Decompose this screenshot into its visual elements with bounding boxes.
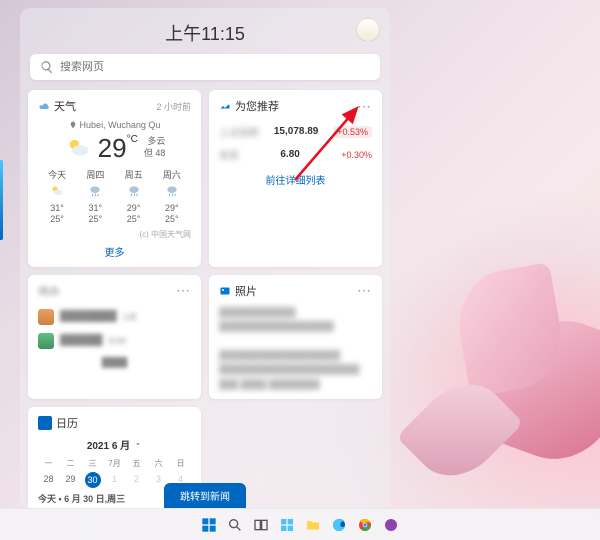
panel-time: 上午11:15 <box>165 20 245 46</box>
calendar-icon <box>38 416 52 430</box>
photos-title: 照片 <box>235 283 257 299</box>
weather-icon <box>38 100 50 112</box>
weather-attribution: (c) 中国天气网 <box>38 229 191 240</box>
stocks-card[interactable]: 为您推荐 ⋯ 上证指数 15,078.89 +0.53% 某某 6.80 +0.… <box>209 90 382 267</box>
current-weather-icon <box>64 134 92 162</box>
left-snap-indicator <box>0 160 3 240</box>
calendar-day[interactable]: 30 <box>82 472 103 488</box>
stock-name-0: 上证指数 <box>219 124 259 139</box>
avatar[interactable] <box>356 18 380 42</box>
chrome-button[interactable] <box>355 515 375 535</box>
photos-more-menu[interactable]: ⋯ <box>357 287 372 294</box>
forecast-day: 周四31°25° <box>86 168 104 225</box>
stock-change-1: +0.30% <box>341 150 372 160</box>
todo-thumb-1 <box>38 333 54 349</box>
todo-footer: ████ <box>38 357 191 367</box>
photos-icon <box>219 285 231 297</box>
weather-location: Hubei, Wuchang Qu <box>38 120 191 130</box>
search-box[interactable] <box>30 54 380 80</box>
explorer-button[interactable] <box>303 515 323 535</box>
search-input[interactable] <box>60 61 370 73</box>
weather-condition: 多云 但 48 <box>144 136 166 159</box>
weather-updated: 2 小时前 <box>156 100 191 113</box>
chevron-down-icon <box>134 440 142 448</box>
calendar-day[interactable]: 29 <box>60 472 81 488</box>
forecast-day: 今天31°25° <box>48 168 66 225</box>
forecast-day: 周五29°25° <box>125 168 143 225</box>
calendar-month[interactable]: 2021 6 月 <box>38 437 191 452</box>
location-icon <box>69 121 77 129</box>
forecast-day: 周六29°25° <box>163 168 181 225</box>
stocks-icon <box>219 100 231 112</box>
stock-value-0: 15,078.89 <box>274 126 319 137</box>
todo-more-menu[interactable]: ⋯ <box>176 287 191 294</box>
calendar-day[interactable]: 1 <box>104 472 125 488</box>
weather-temp: 29°C <box>98 135 138 161</box>
stocks-title: 为您推荐 <box>235 98 279 114</box>
goto-news-button[interactable]: 跳转到新闻 <box>164 483 246 508</box>
calendar-title: 日历 <box>56 415 78 431</box>
edge-button[interactable] <box>329 515 349 535</box>
start-button[interactable] <box>199 515 219 535</box>
todo-thumb-0 <box>38 309 54 325</box>
search-icon <box>40 60 54 74</box>
weather-card[interactable]: 天气 2 小时前 Hubei, Wuchang Qu 29°C 多云 但 48 … <box>28 90 201 267</box>
weather-title: 天气 <box>54 98 76 114</box>
todo-item-0: ████████ <box>60 311 117 322</box>
app-button[interactable] <box>381 515 401 535</box>
widgets-taskbar-button[interactable] <box>277 515 297 535</box>
photos-content-blurred: ████████████████████████████████████████… <box>219 305 372 391</box>
taskview-button[interactable] <box>251 515 271 535</box>
todo-item-1: ██████ <box>60 335 103 346</box>
stock-change-0: +0.53% <box>333 126 372 138</box>
stock-name-1: 某某 <box>219 147 239 162</box>
calendar-day[interactable]: 2 <box>126 472 147 488</box>
todo-card[interactable]: 待办 ⋯ ████████1点 ██████9:00 ████ <box>28 275 201 399</box>
stocks-more-menu[interactable]: ⋯ <box>357 103 372 110</box>
photos-card[interactable]: 照片 ⋯ ███████████████████████████████████… <box>209 275 382 399</box>
widgets-panel: 上午11:15 天气 2 小时前 Hubei, Wuchang Qu 29°C <box>20 8 390 508</box>
taskbar <box>0 508 600 540</box>
stocks-detail-link[interactable]: 前往详细列表 <box>219 172 372 187</box>
search-taskbar-button[interactable] <box>225 515 245 535</box>
calendar-day[interactable]: 28 <box>38 472 59 488</box>
weather-more-link[interactable]: 更多 <box>38 244 191 259</box>
stock-value-1: 6.80 <box>280 149 299 160</box>
